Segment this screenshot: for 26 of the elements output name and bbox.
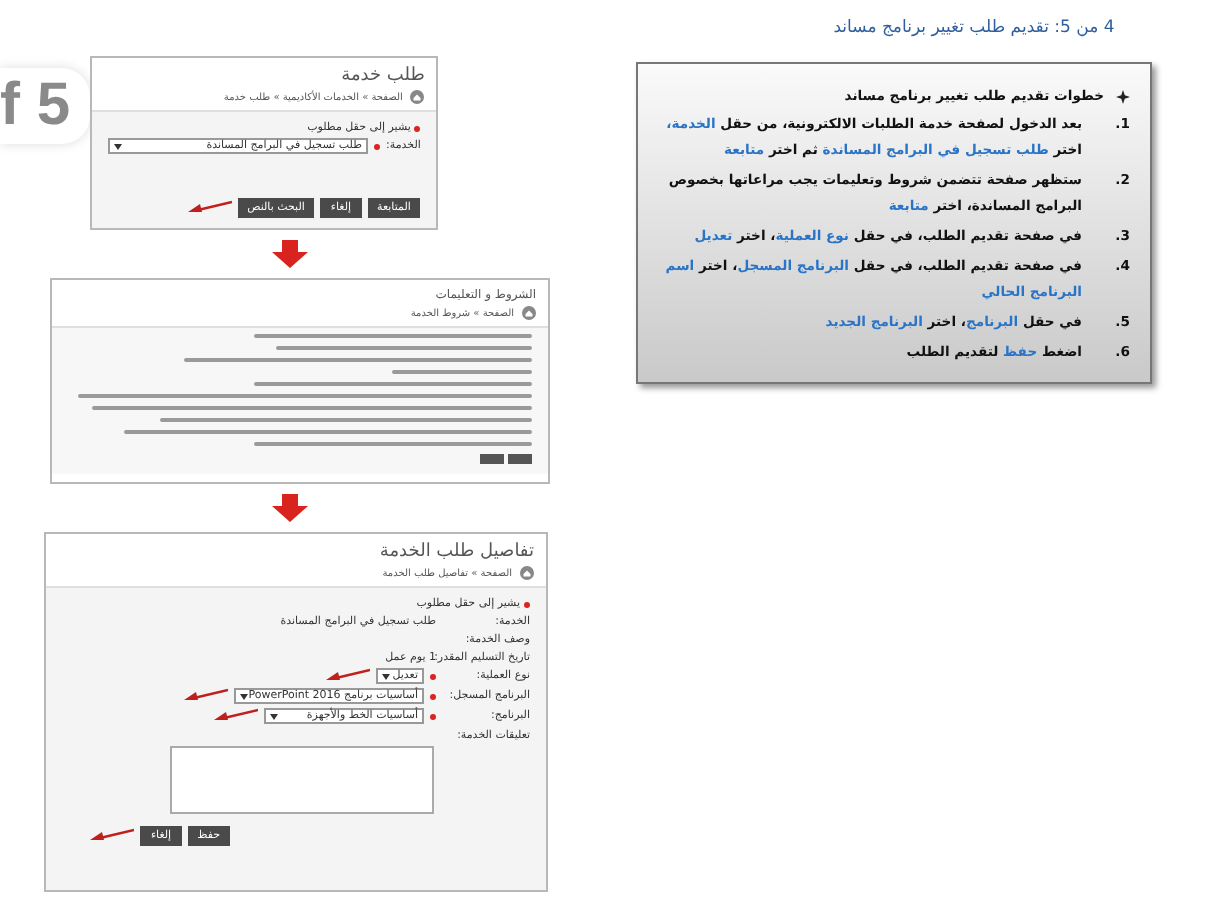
page-title: تفاصيل طلب الخدمة xyxy=(379,542,534,562)
required-dot-icon xyxy=(430,673,436,679)
home-icon xyxy=(410,90,425,104)
required-dot-icon xyxy=(430,713,436,719)
caret-icon xyxy=(382,673,390,679)
home-icon xyxy=(520,566,534,580)
pointer-arrow-icon xyxy=(90,828,135,844)
required-dot-icon xyxy=(374,143,381,149)
pointer-arrow-icon xyxy=(184,688,228,704)
page-title: طلب خدمة xyxy=(341,66,425,86)
down-arrow-icon xyxy=(272,240,308,268)
caret-icon xyxy=(270,713,278,719)
caret-icon xyxy=(114,143,123,149)
required-dot-icon xyxy=(430,693,436,699)
diamond-bullet-icon xyxy=(1116,89,1130,103)
pointer-arrow-icon xyxy=(326,668,370,684)
required-dot-icon xyxy=(414,125,421,131)
slide-heading: 4 من 5: تقديم طلب تغيير برنامج مساند xyxy=(833,18,1115,38)
down-arrow-icon xyxy=(272,494,308,522)
pointer-arrow-icon xyxy=(187,200,232,216)
required-dot-icon xyxy=(524,601,530,607)
slide-number: f 5 xyxy=(0,68,91,144)
pointer-arrow-icon xyxy=(214,708,258,724)
home-icon xyxy=(522,306,536,320)
comments-textarea[interactable] xyxy=(170,746,434,814)
caret-icon xyxy=(240,693,248,699)
